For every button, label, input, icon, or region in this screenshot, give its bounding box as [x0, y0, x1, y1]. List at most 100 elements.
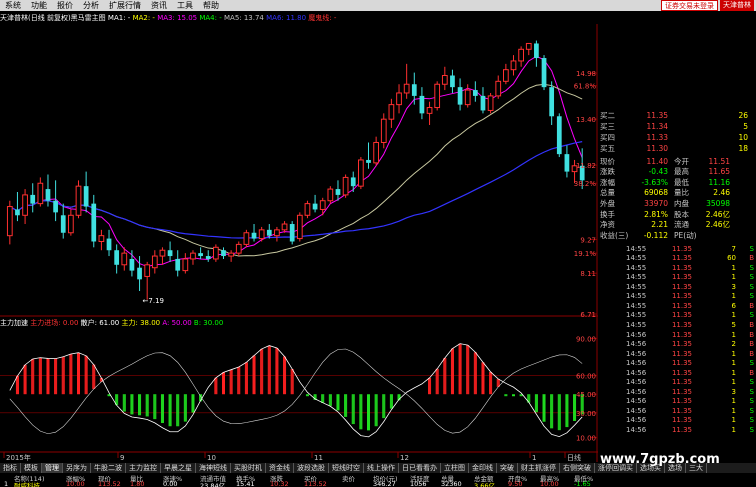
candle-body — [175, 258, 181, 271]
tick-price: 11.35 — [671, 359, 692, 368]
candle-body — [450, 75, 455, 88]
tick-time: 14:56 — [626, 340, 647, 349]
table-cell: -1.65 — [574, 480, 591, 487]
tick-volume: 1 — [731, 292, 736, 301]
tick-time: 14:55 — [626, 311, 647, 320]
trade-login-button[interactable]: 证券交易未登录 — [661, 0, 718, 11]
menu-bar: 系统 功能 报价 分析 扩展行情 资讯 工具 帮助 证券交易未登录 天津普林 — [0, 0, 756, 11]
menu-item-analysis[interactable]: 分析 — [78, 0, 104, 11]
tick-price: 11.35 — [671, 311, 692, 320]
quote-stat-label: 外盘 — [600, 198, 615, 208]
table-cell: 23.84亿 — [200, 482, 226, 487]
menu-item-system[interactable]: 系统 — [0, 0, 26, 11]
quote-stat-label: 换手 — [600, 209, 615, 219]
ma5-label: MA5: 13.74 — [223, 14, 264, 22]
kline-chart[interactable]: 14.98 61.8% 13.40 11.82 38.2% 9.27 19.1% 8.11 6.… — [0, 24, 598, 462]
indicator-tab[interactable]: 金印线 — [469, 463, 497, 473]
candle-body — [45, 189, 51, 201]
tick-price: 11.35 — [671, 426, 692, 435]
indicator-tab[interactable]: 海神短线 — [196, 463, 231, 473]
indicator-tab[interactable]: 线上操作 — [364, 463, 399, 473]
indicator-tab[interactable]: 波段选股 — [294, 463, 329, 473]
ma4-label: MA4: - — [199, 14, 222, 22]
quote-stat-label2: PE(动) — [674, 230, 697, 240]
indicator-tab[interactable]: 指标 — [0, 463, 21, 473]
tick-direction: S — [749, 406, 754, 415]
tick-price: 11.35 — [671, 282, 692, 291]
tick-time: 14:55 — [626, 263, 647, 272]
indicator-tab[interactable]: 右侧突破 — [560, 463, 595, 473]
indicator-tab[interactable]: 模板 — [21, 463, 42, 473]
tick-price: 11.35 — [671, 340, 692, 349]
indicator-axis-label: 30.00 — [576, 410, 596, 418]
menu-item-news[interactable]: 资讯 — [146, 0, 172, 11]
candle-body — [205, 256, 211, 259]
indicator-tab[interactable]: 资金线 — [266, 463, 294, 473]
candle-body — [503, 69, 509, 82]
tick-direction: S — [749, 416, 754, 425]
indicator-tab[interactable]: 日已看看办 — [399, 463, 441, 473]
indicator-tab[interactable]: 突破 — [497, 463, 518, 473]
order-book-label: 买四 — [600, 132, 615, 142]
order-book-price: 11.30 — [646, 143, 668, 153]
table-cell: 15.41 — [236, 480, 255, 487]
indicator-tab[interactable]: 短线时空 — [329, 463, 364, 473]
indicator-line-main — [9, 348, 583, 435]
date-axis-label: 日线 — [567, 453, 581, 462]
tick-price: 11.35 — [671, 254, 692, 263]
table-cell: 1056 — [410, 480, 427, 487]
indicator-tab[interactable]: 另序为 — [63, 463, 91, 473]
table-cell: 10.32 — [270, 480, 289, 487]
tick-volume: 1 — [731, 349, 736, 358]
candle-body — [441, 75, 448, 85]
candle-body — [380, 118, 387, 143]
date-axis-label: 1 — [532, 454, 536, 462]
candle-body — [129, 258, 135, 271]
candle-body — [243, 232, 250, 245]
quote-stat-label: 总量 — [600, 188, 615, 198]
candle-body — [564, 154, 570, 172]
candle-body — [190, 252, 196, 260]
tick-direction: B — [749, 349, 754, 358]
tick-direction: S — [749, 292, 754, 301]
menu-item-quote[interactable]: 报价 — [52, 0, 78, 11]
menu-item-extended[interactable]: 扩展行情 — [104, 0, 146, 11]
table-cell: 耐威科技 — [14, 482, 40, 487]
indicator-tab[interactable]: 早晨之星 — [161, 463, 196, 473]
indicator-title: 主力加速 — [0, 319, 28, 327]
tick-row: 14:56 11.35 2 B — [598, 339, 756, 349]
ma-legend: 天津普林(日线 前复权)黑马雷主图 MA1: - MA2: - MA3: 15.… — [0, 13, 336, 23]
table-cell: 10.00 — [540, 480, 559, 487]
indicator-tab[interactable]: 财主抓涨停 — [518, 463, 560, 473]
indicator-tab[interactable]: 管理 — [42, 463, 63, 473]
date-axis-label: 9 — [120, 454, 124, 462]
menu-item-function[interactable]: 功能 — [26, 0, 52, 11]
tick-time: 14:55 — [626, 292, 647, 301]
tick-volume: 1 — [731, 416, 736, 425]
quote-stat-row: 涨跌 -0.43 最高 11.65 — [598, 167, 756, 177]
tick-direction: B — [749, 320, 754, 329]
tick-row: 14:56 11.35 1 S — [598, 397, 756, 407]
candle-body — [358, 159, 364, 187]
price-axis-label: 8.11 — [580, 270, 596, 278]
tick-volume: 1 — [731, 378, 736, 387]
quote-stat-row: 换手 2.81% 股本 2.46亿 — [598, 209, 756, 219]
table-cell: 1 — [4, 480, 9, 487]
indicator-tab[interactable]: 买股时机 — [231, 463, 266, 473]
devil-line-label: 魔鬼线: - — [308, 14, 337, 22]
candle-body — [426, 107, 433, 114]
quote-stat-value2: 2.46亿 — [705, 209, 730, 219]
price-axis-label: 13.40 — [576, 116, 596, 124]
tick-volume: 5 — [731, 320, 736, 329]
indicator-tab[interactable]: 牛股二波 — [91, 463, 126, 473]
menu-item-tools[interactable]: 工具 — [172, 0, 198, 11]
menu-item-help[interactable]: 帮助 — [198, 0, 224, 11]
candle-body — [457, 87, 463, 105]
tick-direction: S — [749, 311, 754, 320]
tick-time: 14:55 — [626, 301, 647, 310]
table-row[interactable]: 1 耐威科技 10.00 113.52 1.80 0.00 23.84亿 15.41 10.32… — [0, 480, 756, 487]
indicator-tab[interactable]: 主力监控 — [126, 463, 161, 473]
indicator-tab[interactable]: 立柱图 — [441, 463, 469, 473]
quote-stat-value2: 11.65 — [708, 167, 730, 177]
quote-stat-value: 11.40 — [646, 156, 668, 166]
